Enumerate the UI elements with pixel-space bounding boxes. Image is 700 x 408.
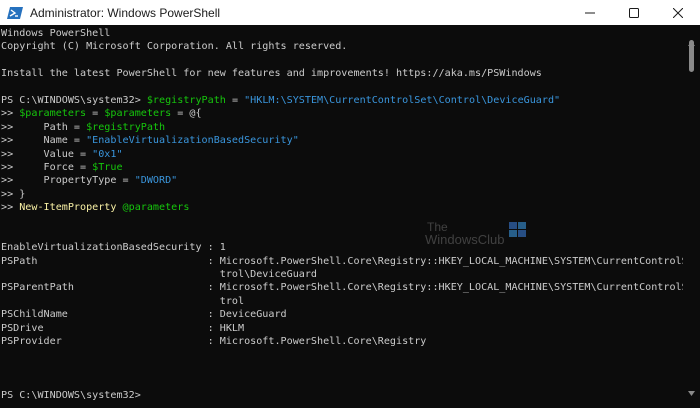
close-button[interactable] — [656, 0, 700, 25]
minimize-button[interactable] — [568, 0, 612, 25]
console-line: >> Force = $True — [1, 161, 682, 174]
console-text: New-ItemProperty — [19, 202, 117, 214]
minimize-icon — [585, 8, 595, 18]
scroll-down-icon[interactable] — [688, 381, 695, 400]
console-line: >> New-ItemProperty @parameters — [1, 201, 682, 214]
console-line: >> Name = "EnableVirtualizationBasedSecu… — [1, 134, 682, 147]
console-text: PSPath : Microsoft.PowerShell.Core\Regis… — [1, 255, 700, 267]
console-text: = — [86, 108, 105, 120]
console-text: "EnableVirtualizationBasedSecurity" — [86, 135, 299, 147]
console-text: PS C:\WINDOWS\system32> — [1, 389, 141, 401]
close-icon — [673, 7, 683, 18]
console-text: $parameters — [104, 108, 172, 120]
console-line: trol — [1, 295, 682, 308]
console-text: >> Path = — [1, 121, 87, 133]
console-text: PSDrive : HKLM — [1, 322, 245, 334]
console-line: EnableVirtualizationBasedSecurity : 1 — [1, 241, 682, 254]
console-text: EnableVirtualizationBasedSecurity : 1 — [1, 242, 226, 254]
scrollbar-thumb[interactable] — [689, 40, 694, 72]
console-text: PSChildName : DeviceGuard — [1, 309, 287, 321]
console-line: PS C:\WINDOWS\system32> $registryPath = … — [1, 94, 682, 107]
vertical-scrollbar[interactable] — [683, 25, 700, 406]
console-text: PSProvider : Microsoft.PowerShell.Core\R… — [1, 335, 427, 347]
console-text: PSParentPath : Microsoft.PowerShell.Core… — [1, 282, 700, 294]
console-text: >> — [1, 108, 20, 120]
powershell-window: Administrator: Windows PowerShell Window… — [0, 0, 700, 406]
console-text: >> Name = — [1, 135, 87, 147]
console-line: Windows PowerShell — [1, 27, 682, 40]
console-text: >> Value = — [1, 148, 93, 160]
console-text: >> — [1, 202, 20, 214]
console-text: = @{ — [171, 108, 202, 120]
console-text: trol — [1, 295, 245, 307]
console-text: $registryPath — [86, 121, 166, 133]
maximize-button[interactable] — [612, 0, 656, 25]
console-text: Windows PowerShell — [1, 28, 111, 39]
console-line: PSProvider : Microsoft.PowerShell.Core\R… — [1, 335, 682, 348]
window-title: Administrator: Windows PowerShell — [30, 5, 221, 20]
console-line: PS C:\WINDOWS\system32> — [1, 389, 682, 402]
console-text: "HKLM:\SYSTEM\CurrentControlSet\Control\… — [244, 94, 561, 106]
console-text: $registryPath — [146, 94, 226, 106]
title-bar[interactable]: Administrator: Windows PowerShell — [0, 0, 700, 25]
console-text: "0x1" — [92, 148, 123, 160]
powershell-icon — [7, 5, 23, 21]
console-text: $True — [92, 161, 123, 173]
console-line: >> Path = $registryPath — [1, 121, 682, 134]
console-text: PS C:\WINDOWS\system32> — [1, 94, 147, 106]
console-line: >> } — [1, 188, 682, 201]
console-text: = — [225, 94, 245, 106]
console-line: trol\DeviceGuard — [1, 268, 682, 281]
console-text: >> Force = — [1, 161, 93, 173]
console-line: PSDrive : HKLM — [1, 322, 682, 335]
console-line: >> PropertyType = "DWORD" — [1, 174, 682, 187]
console-line: Copyright (C) Microsoft Corporation. All… — [1, 40, 682, 53]
maximize-icon — [629, 7, 639, 18]
console-line: PSChildName : DeviceGuard — [1, 308, 682, 321]
console-output[interactable]: Windows PowerShell Copyright (C) Microsof… — [1, 25, 700, 408]
console-text: Install the latest PowerShell for new fe… — [1, 68, 542, 80]
console-line: PSPath : Microsoft.PowerShell.Core\Regis… — [1, 255, 700, 268]
console-line: PSParentPath : Microsoft.PowerShell.Core… — [1, 281, 700, 294]
console-line: >> $parameters = $parameters = @{ — [1, 107, 682, 120]
console-text: >> PropertyType = — [1, 175, 135, 187]
console-line: Install the latest PowerShell for new fe… — [1, 67, 682, 80]
console-text: "DWORD" — [134, 175, 178, 187]
console-text: trol\DeviceGuard — [1, 269, 318, 281]
console-text: $parameters — [19, 108, 87, 120]
console-line: >> Value = "0x1" — [1, 148, 682, 161]
console-text: Copyright (C) Microsoft Corporation. All… — [1, 41, 348, 53]
window-controls — [568, 0, 700, 25]
console-text: >> } — [1, 188, 26, 200]
console-text: @parameters — [116, 202, 190, 214]
